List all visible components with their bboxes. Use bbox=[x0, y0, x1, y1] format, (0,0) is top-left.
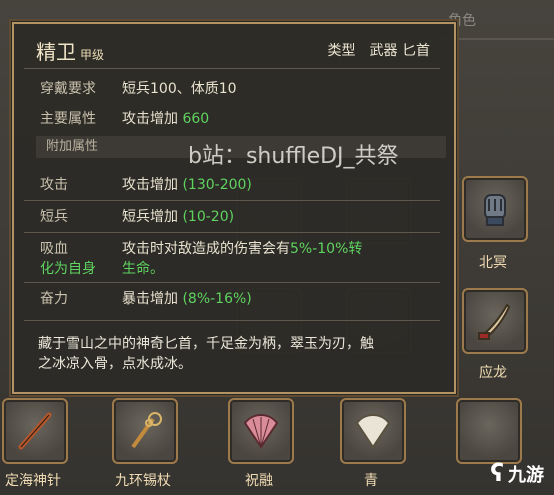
item-description: 藏于雪山之中的神奇匕首，千足金为柄，翠玉为刃，触 之冰凉入骨，点水成冰。 bbox=[38, 334, 438, 374]
description-line: 藏于雪山之中的神奇匕首，千足金为柄，翠玉为刃，触 bbox=[38, 336, 374, 352]
divider bbox=[24, 320, 440, 321]
main-attr-row: 主要属性 攻击增加 660 bbox=[40, 108, 209, 128]
item-slot-empty[interactable] bbox=[456, 398, 522, 464]
attr-value: 攻击时对敌造成的伤害会有 bbox=[122, 241, 290, 257]
description-line: 之冰凉入骨，点水成冰。 bbox=[38, 356, 192, 372]
attr-key: 奋力 bbox=[40, 291, 68, 307]
attr-row-fury: 奋力 暴击增加 (8%-16%) bbox=[40, 288, 252, 308]
attr-key: 吸血 bbox=[40, 241, 68, 257]
attr-key: 攻击 bbox=[40, 177, 68, 193]
gauntlet-icon bbox=[484, 194, 506, 226]
attr-range: (130-200) bbox=[182, 177, 252, 193]
attr-row-lifesteal-tail: 生命。 bbox=[122, 258, 164, 278]
brand-text: 九游 bbox=[508, 465, 544, 486]
brand-logo: ʕ 九游 bbox=[490, 459, 544, 487]
ring-staff-icon bbox=[131, 412, 162, 449]
item-tooltip: 精卫 甲级 类型 武器 匕首 穿戴要求 短兵100、体质10 主要属性 攻击增加 660… bbox=[12, 22, 456, 394]
requirement-key: 穿戴要求 bbox=[40, 81, 96, 97]
attr-value: 攻击增加 bbox=[122, 177, 178, 193]
item-slot-yinglong[interactable] bbox=[462, 288, 528, 354]
staff-icon bbox=[18, 412, 52, 450]
fan-icon bbox=[355, 414, 391, 449]
attr-tail: 生命。 bbox=[122, 261, 164, 277]
item-grade: 甲级 bbox=[80, 48, 105, 62]
item-slot-jiuhuan[interactable] bbox=[112, 398, 178, 464]
attr-key: 短兵 bbox=[40, 209, 68, 225]
attr-value: 暴击增加 bbox=[122, 291, 178, 307]
watermark: b站：shuffleDJ_共祭 bbox=[188, 144, 399, 169]
item-slot-zhurong[interactable] bbox=[228, 398, 294, 464]
item-name-text: 精卫 bbox=[36, 40, 76, 64]
item-label-yinglong: 应龙 bbox=[479, 365, 507, 381]
item-label-dinghai: 定海神针 bbox=[5, 473, 61, 489]
header-divider bbox=[440, 38, 554, 40]
fan-icon bbox=[243, 414, 279, 449]
item-slot-beiming[interactable] bbox=[462, 176, 528, 242]
item-name: 精卫 甲级 bbox=[36, 36, 104, 65]
requirement-row: 穿戴要求 短兵100、体质10 bbox=[40, 78, 237, 98]
attr-row-attack: 攻击 攻击增加 (130-200) bbox=[40, 174, 252, 194]
attr-range: (8%-16%) bbox=[182, 291, 252, 307]
item-label-zhurong: 祝融 bbox=[245, 473, 273, 489]
curved-blade-icon bbox=[478, 303, 511, 340]
attr-row-shortweapon: 短兵 短兵增加 (10-20) bbox=[40, 206, 234, 226]
item-slot-qing[interactable] bbox=[340, 398, 406, 464]
attr-value: 短兵增加 bbox=[122, 209, 178, 225]
item-label-jiuhuan: 九环锡杖 bbox=[115, 473, 171, 489]
item-slot-dinghai[interactable] bbox=[2, 398, 68, 464]
divider bbox=[24, 232, 440, 233]
main-attr-key: 主要属性 bbox=[40, 111, 96, 127]
item-label-beiming: 北冥 bbox=[479, 255, 507, 271]
divider bbox=[24, 200, 440, 201]
attr-range: (10-20) bbox=[182, 209, 235, 225]
item-label-qing: 青 bbox=[364, 473, 378, 489]
item-type: 类型 武器 匕首 bbox=[328, 40, 430, 60]
item-type-value: 武器 匕首 bbox=[369, 43, 430, 59]
requirement-value: 短兵100、体质10 bbox=[122, 81, 237, 97]
brand-mark-icon: ʕ bbox=[490, 459, 504, 487]
divider bbox=[24, 68, 440, 69]
main-attr-value: 攻击增加 bbox=[122, 111, 178, 127]
divider bbox=[24, 282, 440, 283]
main-attr-number: 660 bbox=[182, 111, 210, 127]
attr-row-lifesteal: 吸血 攻击时对敌造成的伤害会有5%-10%转化为自身 bbox=[40, 238, 370, 278]
item-type-label: 类型 bbox=[327, 43, 356, 59]
